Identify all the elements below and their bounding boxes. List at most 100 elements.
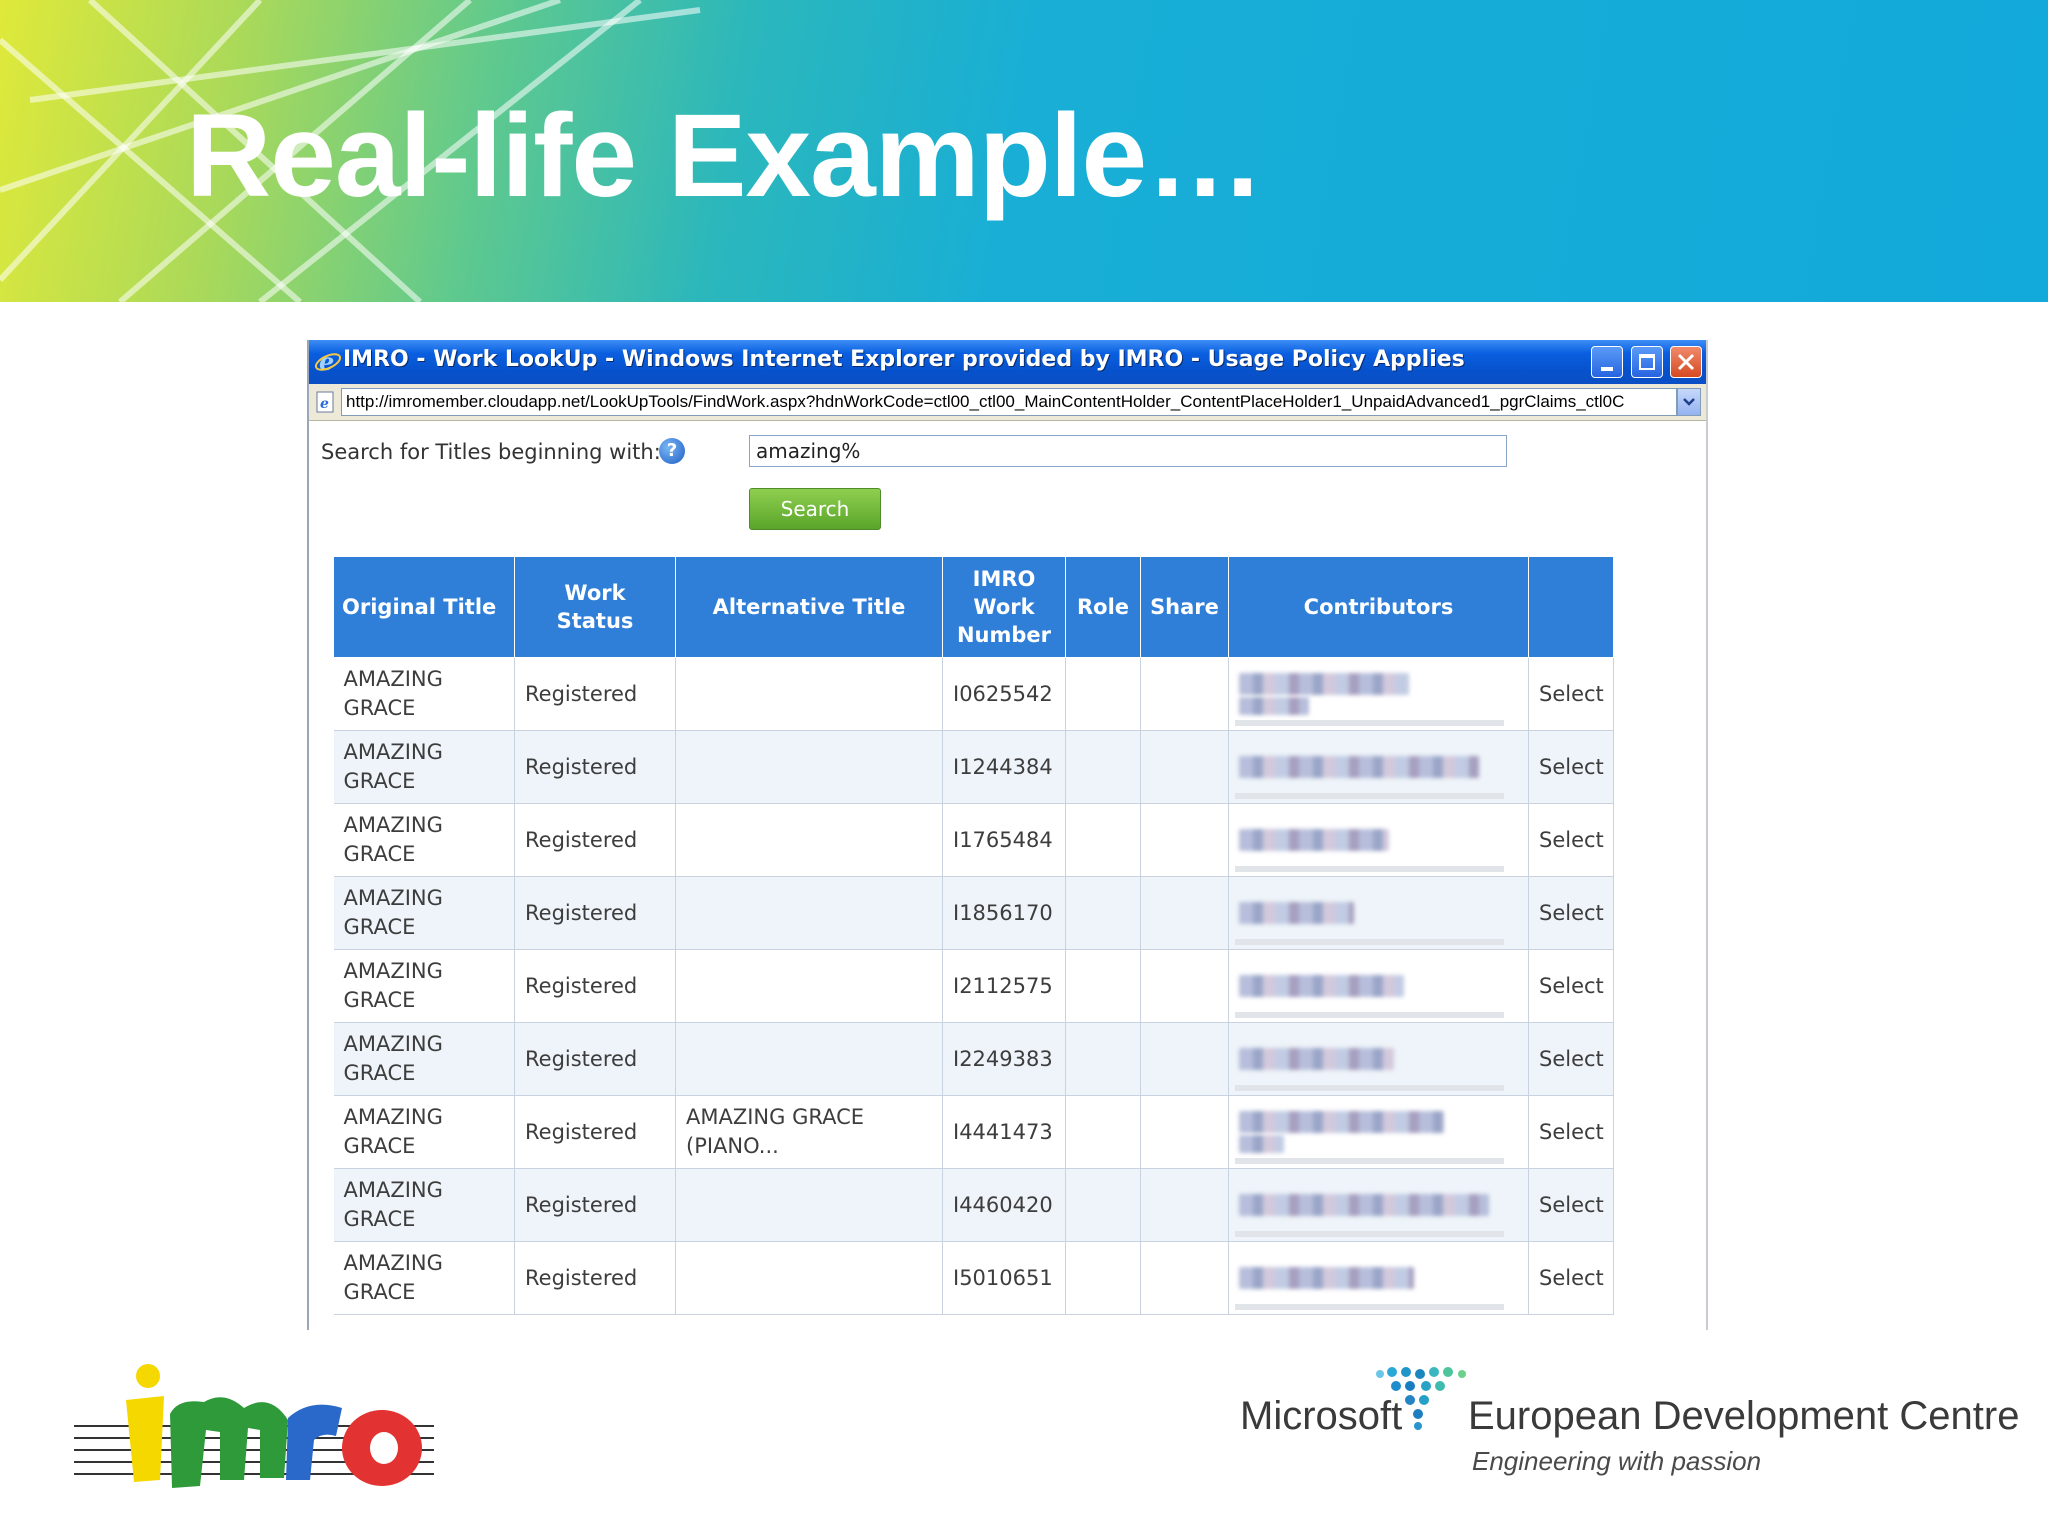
redacted-contributor: [1239, 902, 1354, 924]
search-input[interactable]: [749, 435, 1507, 467]
cell-work-number: I5010651: [942, 1241, 1066, 1315]
cell-role: [1065, 730, 1141, 804]
col-work-status: Work Status: [514, 556, 676, 658]
cell-share: [1140, 1241, 1229, 1315]
cell-contributors: [1228, 1241, 1529, 1315]
select-link[interactable]: Select: [1528, 1095, 1614, 1169]
cell-share: [1140, 657, 1229, 731]
cell-alt-title: AMAZING GRACE (PIANO...: [675, 1095, 943, 1169]
cell-work-number: I1244384: [942, 730, 1066, 804]
edc-wordmark: European Development Centre: [1468, 1394, 2020, 1438]
select-link[interactable]: Select: [1528, 949, 1614, 1023]
cell-work-number: I4441473: [942, 1095, 1066, 1169]
col-share: Share: [1140, 556, 1229, 658]
table-row: AMAZING GRACE Registered AMAZING GRACE (…: [333, 1095, 1614, 1169]
cell-role: [1065, 1095, 1141, 1169]
redacted-contributor: [1239, 1267, 1414, 1289]
cell-contributors: [1228, 803, 1529, 877]
redacted-contributor: [1239, 1194, 1489, 1216]
redacted-contributor: [1239, 1048, 1394, 1070]
cell-status: Registered: [514, 657, 676, 731]
cell-original-title: AMAZING GRACE: [333, 1241, 515, 1315]
cell-contributors: [1228, 1095, 1529, 1169]
cell-work-number: I2249383: [942, 1022, 1066, 1096]
col-select: [1528, 556, 1614, 658]
table-row: AMAZING GRACE Registered I2112575 Select: [333, 949, 1614, 1023]
col-alternative-title: Alternative Title: [675, 556, 943, 658]
redacted-contributor: [1239, 697, 1309, 715]
table-row: AMAZING GRACE Registered I1856170 Select: [333, 876, 1614, 950]
cell-contributors: [1228, 1168, 1529, 1242]
search-button[interactable]: Search: [749, 488, 881, 530]
cell-original-title: AMAZING GRACE: [333, 1095, 515, 1169]
table-row: AMAZING GRACE Registered I4460420 Select: [333, 1168, 1614, 1242]
table-row: AMAZING GRACE Registered I0625542 Select: [333, 657, 1614, 731]
cell-status: Registered: [514, 730, 676, 804]
col-contributors: Contributors: [1228, 556, 1529, 658]
redacted-contributor: [1239, 829, 1389, 851]
cell-original-title: AMAZING GRACE: [333, 730, 515, 804]
address-bar: e http://imromember.cloudapp.net/LookUpT…: [309, 384, 1706, 421]
select-link[interactable]: Select: [1528, 1168, 1614, 1242]
cell-role: [1065, 657, 1141, 731]
cell-work-number: I2112575: [942, 949, 1066, 1023]
col-role: Role: [1065, 556, 1141, 658]
window-titlebar[interactable]: e IMRO - Work LookUp - Windows Internet …: [309, 340, 1706, 384]
col-imro-work-number: IMRO Work Number: [942, 556, 1066, 658]
cell-original-title: AMAZING GRACE: [333, 876, 515, 950]
cell-original-title: AMAZING GRACE: [333, 657, 515, 731]
cell-work-number: I4460420: [942, 1168, 1066, 1242]
slide-header-band: Real-life Example…: [0, 0, 2048, 302]
table-row: AMAZING GRACE Registered I2249383 Select: [333, 1022, 1614, 1096]
imro-logo: [74, 1364, 434, 1488]
cell-alt-title: [675, 1022, 943, 1096]
browser-window: e IMRO - Work LookUp - Windows Internet …: [307, 340, 1708, 1330]
select-link[interactable]: Select: [1528, 730, 1614, 804]
microsoft-edc-logo: Microsoft European Development Centre En…: [1240, 1366, 2019, 1476]
help-icon[interactable]: ?: [659, 438, 685, 464]
url-text: http://imromember.cloudapp.net/LookUpToo…: [346, 392, 1625, 411]
butterfly-icon: [1376, 1367, 1466, 1430]
cell-role: [1065, 1022, 1141, 1096]
close-button[interactable]: [1670, 346, 1702, 378]
slide-title: Real-life Example…: [186, 90, 1264, 222]
redacted-contributor: [1239, 756, 1479, 778]
cell-alt-title: [675, 949, 943, 1023]
select-link[interactable]: Select: [1528, 803, 1614, 877]
cell-contributors: [1228, 876, 1529, 950]
table-row: AMAZING GRACE Registered I1244384 Select: [333, 730, 1614, 804]
svg-text:e: e: [319, 347, 334, 376]
table-row: AMAZING GRACE Registered I1765484 Select: [333, 803, 1614, 877]
cell-original-title: AMAZING GRACE: [333, 803, 515, 877]
cell-role: [1065, 876, 1141, 950]
select-link[interactable]: Select: [1528, 876, 1614, 950]
select-link[interactable]: Select: [1528, 657, 1614, 731]
results-grid: Original Title Work Status Alternative T…: [333, 556, 1614, 1315]
cell-contributors: [1228, 949, 1529, 1023]
select-link[interactable]: Select: [1528, 1022, 1614, 1096]
url-dropdown-button[interactable]: [1677, 388, 1701, 416]
cell-role: [1065, 1168, 1141, 1242]
cell-role: [1065, 949, 1141, 1023]
select-link[interactable]: Select: [1528, 1241, 1614, 1315]
table-row: AMAZING GRACE Registered I5010651 Select: [333, 1241, 1614, 1315]
cell-contributors: [1228, 730, 1529, 804]
cell-work-number: I1765484: [942, 803, 1066, 877]
cell-alt-title: [675, 1241, 943, 1315]
cell-status: Registered: [514, 1022, 676, 1096]
minimize-button[interactable]: [1591, 346, 1623, 378]
cell-alt-title: [675, 876, 943, 950]
cell-original-title: AMAZING GRACE: [333, 1168, 515, 1242]
window-title: IMRO - Work LookUp - Windows Internet Ex…: [343, 347, 1465, 372]
maximize-icon: [1639, 354, 1655, 370]
edc-tagline: Engineering with passion: [1472, 1446, 1762, 1476]
cell-work-number: I1856170: [942, 876, 1066, 950]
url-field[interactable]: http://imromember.cloudapp.net/LookUpToo…: [341, 388, 1677, 416]
maximize-button[interactable]: [1631, 346, 1663, 378]
cell-status: Registered: [514, 876, 676, 950]
cell-alt-title: [675, 657, 943, 731]
cell-status: Registered: [514, 1095, 676, 1169]
redacted-contributor: [1239, 673, 1409, 695]
cell-share: [1140, 730, 1229, 804]
redacted-contributor: [1239, 1135, 1284, 1153]
